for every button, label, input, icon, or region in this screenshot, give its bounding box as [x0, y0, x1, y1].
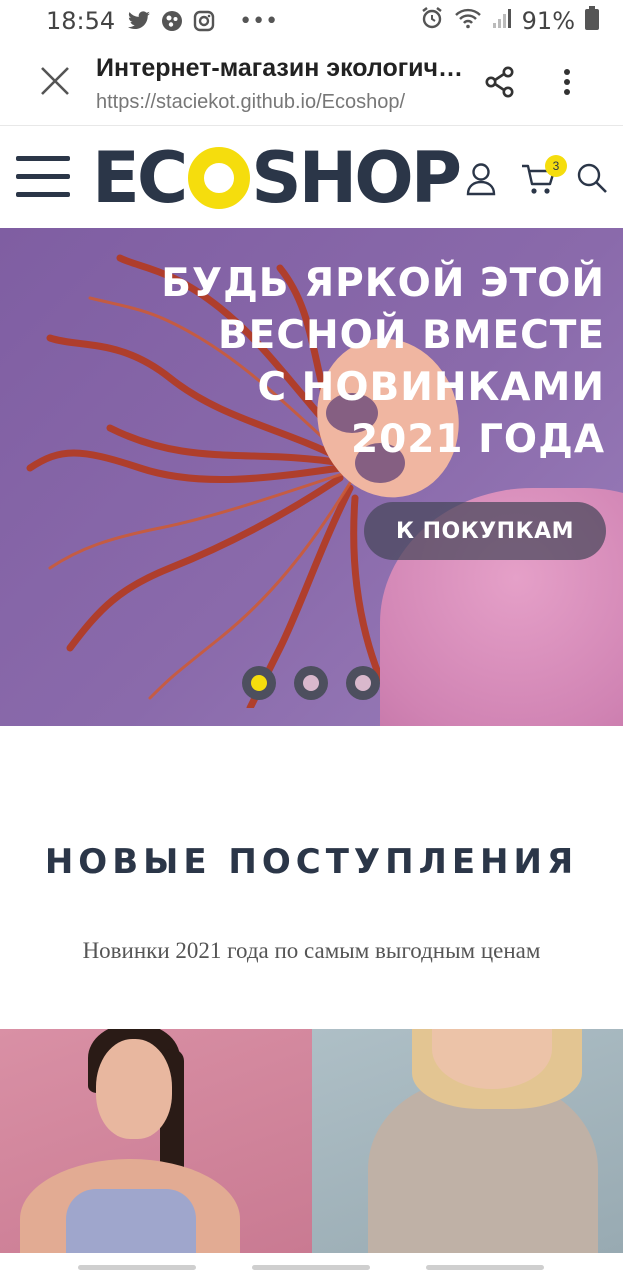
section-subtitle: Новинки 2021 года по самым выгодным цена… — [82, 938, 541, 963]
search-button[interactable] — [576, 162, 608, 196]
product-image — [66, 1189, 196, 1253]
hero-title: БУДЬ ЯРКОЙ ЭТОЙ ВЕСНОЙ ВМЕСТЕ С НОВИНКАМ… — [161, 261, 605, 462]
page-title: Интернет-магазин экологичн… — [96, 53, 476, 82]
logo-text-right: SHOP — [251, 137, 462, 219]
logo-text-left: EC — [92, 137, 188, 219]
more-dots-icon: ••• — [239, 8, 279, 34]
close-tab-button[interactable] — [26, 55, 84, 113]
signal-icon — [492, 7, 512, 35]
instagram-icon — [193, 10, 215, 32]
hero-slider: БУДЬ ЯРКОЙ ЭТОЙ ВЕСНОЙ ВМЕСТЕ С НОВИНКАМ… — [0, 228, 623, 726]
share-button[interactable] — [480, 62, 520, 106]
hamburger-menu-button[interactable] — [16, 156, 70, 200]
battery-icon — [585, 6, 599, 36]
nav-handle[interactable] — [78, 1265, 196, 1270]
share-icon — [485, 66, 515, 103]
status-time: 18:54 — [46, 7, 116, 35]
browser-toolbar: Интернет-магазин экологичн… https://stac… — [0, 42, 623, 126]
twitter-icon — [127, 11, 151, 31]
product-card[interactable] — [311, 1029, 623, 1253]
close-icon — [39, 65, 71, 102]
alarm-icon — [420, 6, 444, 36]
nav-handle[interactable] — [252, 1265, 370, 1270]
battery-percent: 91% — [521, 7, 575, 35]
search-icon — [576, 163, 608, 198]
user-icon — [466, 163, 496, 200]
cart-count-badge: 3 — [545, 155, 567, 177]
section-title: НОВЫЕ ПОСТУПЛЕНИЯ — [44, 842, 579, 882]
product-grid — [0, 1029, 623, 1253]
site-header: EC SHOP — [0, 126, 623, 228]
status-bar: 18:54 ••• 91% — [0, 0, 623, 42]
wifi-icon — [454, 7, 482, 35]
slider-dots — [242, 666, 380, 700]
slider-dot-2[interactable] — [294, 666, 328, 700]
menu-line — [16, 174, 70, 179]
logo-o-ring — [188, 147, 251, 209]
product-card[interactable] — [0, 1029, 312, 1253]
app-icon — [161, 10, 183, 32]
menu-line — [16, 192, 70, 197]
nav-handle[interactable] — [426, 1265, 544, 1270]
page-url: https://staciekot.github.io/Ecoshop/ — [96, 90, 406, 113]
slider-dot-1[interactable] — [242, 666, 276, 700]
ecoshop-logo[interactable]: EC SHOP — [92, 137, 462, 219]
shop-now-button[interactable]: К ПОКУПКАМ — [364, 502, 606, 560]
account-button[interactable] — [466, 162, 498, 196]
cart-icon — [520, 164, 558, 200]
more-vert-icon — [563, 68, 571, 101]
slider-dot-3[interactable] — [346, 666, 380, 700]
url-block[interactable]: Интернет-магазин экологичн… https://stac… — [96, 54, 476, 114]
system-nav-bar — [0, 1253, 623, 1280]
product-image — [96, 1039, 172, 1139]
menu-line — [16, 156, 70, 161]
browser-menu-button[interactable] — [550, 62, 584, 106]
